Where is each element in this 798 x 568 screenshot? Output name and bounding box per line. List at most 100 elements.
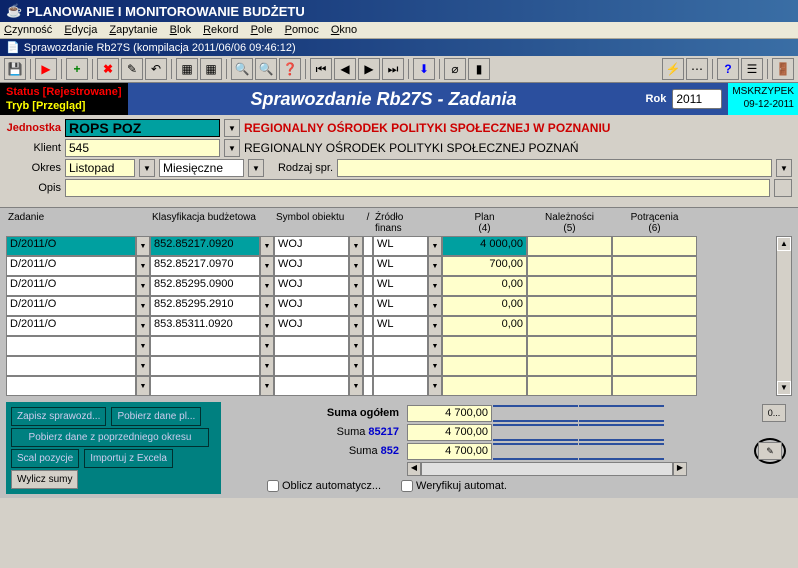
cell-zrodlo[interactable]: WL	[373, 236, 428, 256]
zad-dd-icon[interactable]: ▼	[136, 336, 150, 356]
cell-potr[interactable]	[612, 236, 697, 256]
zad-dd-icon[interactable]: ▼	[136, 276, 150, 296]
zrod-dd-icon[interactable]: ▼	[428, 336, 442, 356]
okres-type-dd-icon[interactable]: ▼	[248, 159, 264, 177]
menu-pole[interactable]: Pole	[251, 24, 273, 36]
cell-symbol[interactable]	[274, 376, 349, 396]
cell-plan[interactable]	[442, 356, 527, 376]
sym-dd-icon[interactable]: ▼	[349, 256, 363, 276]
undo-icon[interactable]: ↶	[145, 58, 167, 80]
cell-slash[interactable]	[363, 236, 373, 256]
menu-zapytanie[interactable]: Zapytanie	[109, 24, 157, 36]
cell-nalez[interactable]	[527, 296, 612, 316]
cell-plan[interactable]: 4 000,00	[442, 236, 527, 256]
delete-icon[interactable]: ✖	[97, 58, 119, 80]
save-icon[interactable]: 💾	[4, 58, 26, 80]
rok-input[interactable]	[672, 89, 722, 109]
horizontal-scrollbar[interactable]: ◀ ▶	[407, 462, 687, 476]
sym-dd-icon[interactable]: ▼	[349, 296, 363, 316]
last-icon[interactable]: ⏭	[382, 58, 404, 80]
cell-zadanie[interactable]: D/2011/O	[6, 276, 136, 296]
cell-klas[interactable]: 852.85295.2910	[150, 296, 260, 316]
cell-zadanie[interactable]: D/2011/O	[6, 256, 136, 276]
menu-okno[interactable]: Okno	[331, 24, 357, 36]
cell-zadanie[interactable]: D/2011/O	[6, 316, 136, 336]
cell-plan[interactable]: 0,00	[442, 276, 527, 296]
search-icon[interactable]: 🔍	[231, 58, 253, 80]
cell-symbol[interactable]: WOJ	[274, 256, 349, 276]
dots-icon[interactable]: ⋯	[686, 58, 708, 80]
menu-czynność[interactable]: Czynność	[4, 24, 52, 36]
search2-icon[interactable]: 🔍	[255, 58, 277, 80]
zad-dd-icon[interactable]: ▼	[136, 356, 150, 376]
cell-klas[interactable]: 852.85295.0900	[150, 276, 260, 296]
cell-klas[interactable]	[150, 356, 260, 376]
table-row[interactable]: D/2011/O▼852.85295.0900▼WOJ▼WL▼0,00	[6, 276, 792, 296]
klas-dd-icon[interactable]: ▼	[260, 296, 274, 316]
cell-slash[interactable]	[363, 376, 373, 396]
cell-symbol[interactable]: WOJ	[274, 316, 349, 336]
table-row[interactable]: D/2011/O▼852.85217.0920▼WOJ▼WL▼4 000,00	[6, 236, 792, 256]
klas-dd-icon[interactable]: ▼	[260, 256, 274, 276]
klas-dd-icon[interactable]: ▼	[260, 276, 274, 296]
okres-dd-icon[interactable]: ▼	[139, 159, 155, 177]
cell-zadanie[interactable]	[6, 376, 136, 396]
cell-slash[interactable]	[363, 316, 373, 336]
add-icon[interactable]: +	[66, 58, 88, 80]
zad-dd-icon[interactable]: ▼	[136, 256, 150, 276]
cell-symbol[interactable]: WOJ	[274, 236, 349, 256]
weryf-check[interactable]: Weryfikuj automat.	[401, 480, 507, 492]
cell-slash[interactable]	[363, 336, 373, 356]
rodzaj-input[interactable]	[337, 159, 772, 177]
cell-zrodlo[interactable]: WL	[373, 296, 428, 316]
cell-potr[interactable]	[612, 296, 697, 316]
klas-dd-icon[interactable]: ▼	[260, 376, 274, 396]
cell-nalez[interactable]	[527, 356, 612, 376]
tool-red-icon[interactable]: ▶	[35, 58, 57, 80]
menu-edycja[interactable]: Edycja	[64, 24, 97, 36]
zrod-dd-icon[interactable]: ▼	[428, 296, 442, 316]
sym-dd-icon[interactable]: ▼	[349, 356, 363, 376]
cell-symbol[interactable]	[274, 336, 349, 356]
cell-zrodlo[interactable]	[373, 336, 428, 356]
import-button[interactable]: Importuj z Excela	[84, 449, 173, 468]
klient-dd-icon[interactable]: ▼	[224, 139, 240, 157]
zad-dd-icon[interactable]: ▼	[136, 316, 150, 336]
klas-dd-icon[interactable]: ▼	[260, 336, 274, 356]
zrod-dd-icon[interactable]: ▼	[428, 256, 442, 276]
klas-dd-icon[interactable]: ▼	[260, 316, 274, 336]
search3-icon[interactable]: ❓	[279, 58, 301, 80]
cell-slash[interactable]	[363, 296, 373, 316]
pobierz-pl-button[interactable]: Pobierz dane pl...	[111, 407, 201, 426]
zrod-dd-icon[interactable]: ▼	[428, 276, 442, 296]
zrod-dd-icon[interactable]: ▼	[428, 316, 442, 336]
table-row[interactable]: ▼▼▼▼	[6, 376, 792, 396]
menu-rekord[interactable]: Rekord	[203, 24, 238, 36]
cell-klas[interactable]: 852.85217.0970	[150, 256, 260, 276]
cell-zrodlo[interactable]: WL	[373, 316, 428, 336]
scroll-right-icon[interactable]: ▶	[673, 462, 687, 476]
cell-nalez[interactable]	[527, 236, 612, 256]
klas-dd-icon[interactable]: ▼	[260, 236, 274, 256]
cell-plan[interactable]	[442, 336, 527, 356]
cell-zrodlo[interactable]: WL	[373, 256, 428, 276]
menu-blok[interactable]: Blok	[170, 24, 191, 36]
jednostka-dd-icon[interactable]: ▼	[224, 119, 240, 137]
cell-nalez[interactable]	[527, 336, 612, 356]
zrod-dd-icon[interactable]: ▼	[428, 376, 442, 396]
zrod-dd-icon[interactable]: ▼	[428, 356, 442, 376]
cell-potr[interactable]	[612, 376, 697, 396]
table-row[interactable]: D/2011/O▼852.85295.2910▼WOJ▼WL▼0,00	[6, 296, 792, 316]
slash-icon[interactable]: ⌀	[444, 58, 466, 80]
cell-plan[interactable]: 0,00	[442, 296, 527, 316]
rodzaj-dd-icon[interactable]: ▼	[776, 159, 792, 177]
cell-potr[interactable]	[612, 276, 697, 296]
brush-icon[interactable]: ✎	[758, 442, 782, 460]
first-icon[interactable]: ⏮	[310, 58, 332, 80]
okres-type-input[interactable]	[159, 159, 244, 177]
cell-potr[interactable]	[612, 336, 697, 356]
cell-klas[interactable]: 852.85217.0920	[150, 236, 260, 256]
oblicz-checkbox[interactable]	[267, 480, 279, 492]
table-row[interactable]: ▼▼▼▼	[6, 336, 792, 356]
bar-icon[interactable]: ▮	[468, 58, 490, 80]
